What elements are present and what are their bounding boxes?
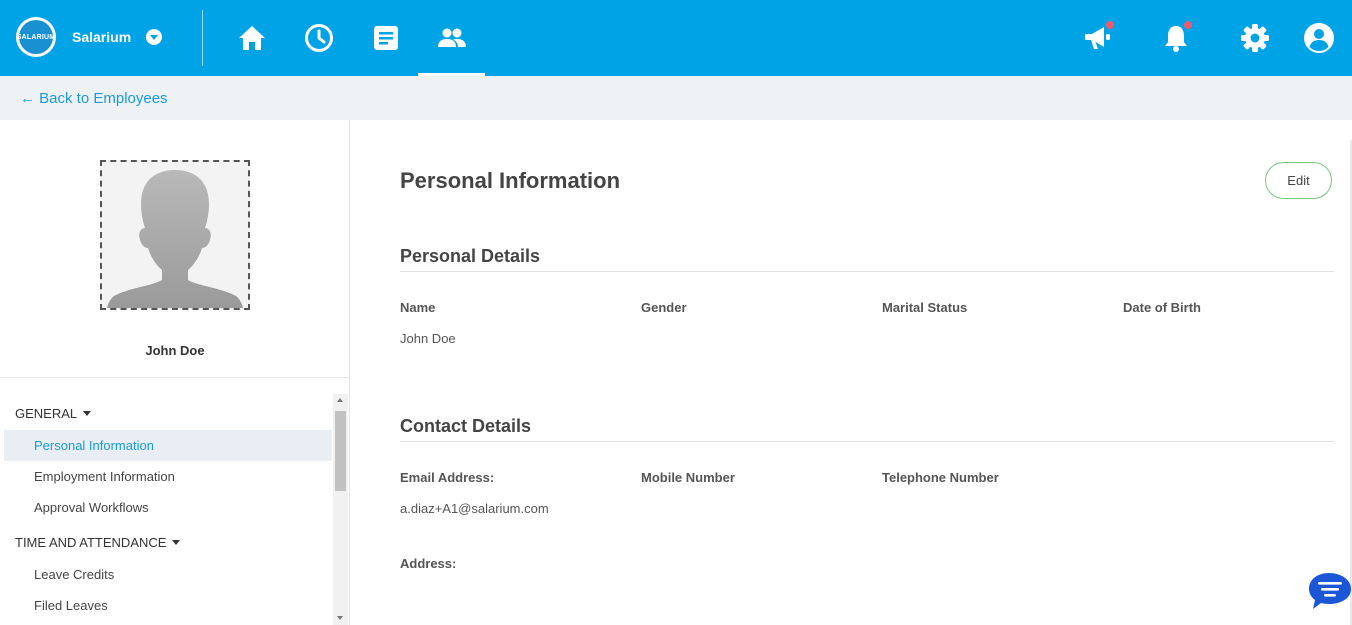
gender-label: Gender (641, 300, 687, 315)
avatar-placeholder-icon (107, 170, 243, 308)
mobile-number-label: Mobile Number (641, 470, 735, 485)
menu-group-label: GENERAL (15, 406, 78, 421)
sidebar-item-label: Leave Credits (34, 567, 115, 582)
employee-name: John Doe (145, 343, 205, 358)
sidebar-item-leave-credits[interactable]: Leave Credits (4, 559, 332, 590)
settings-button[interactable] (1237, 20, 1273, 56)
top-navigation-bar: SALARIUM Salarium (0, 0, 1352, 76)
people-icon (437, 28, 466, 47)
email-value: a.diaz+A1@salarium.com (400, 501, 549, 516)
employee-sidebar: John Doe GENERAL Personal Information Em… (0, 120, 350, 625)
scroll-up-arrow-icon[interactable] (337, 398, 343, 402)
email-label: Email Address: (400, 470, 495, 485)
notification-dot (1105, 20, 1115, 30)
nav-time[interactable] (285, 0, 352, 76)
document-icon (373, 26, 398, 50)
date-of-birth-label: Date of Birth (1123, 300, 1201, 315)
nav-documents[interactable] (352, 0, 419, 76)
contact-details-title: Contact Details (400, 416, 532, 436)
home-icon (238, 26, 265, 50)
personal-details-title: Personal Details (400, 246, 541, 266)
menu-group-general[interactable]: GENERAL (15, 406, 92, 421)
chat-icon (1309, 573, 1351, 609)
account-button[interactable] (1301, 20, 1337, 56)
nav-divider (202, 10, 203, 66)
sidebar-item-label: Employment Information (34, 469, 175, 484)
logo-text: SALARIUM (17, 20, 55, 54)
nav-home[interactable] (218, 0, 285, 76)
gear-icon (1241, 24, 1269, 52)
sidebar-menu: GENERAL Personal Information Employment … (0, 378, 334, 625)
sidebar-item-filed-leaves[interactable]: Filed Leaves (4, 590, 332, 621)
page-title: Personal Information (400, 168, 621, 193)
section-divider (400, 441, 1334, 442)
main-content: Personal Information Edit Personal Detai… (350, 120, 1352, 625)
account-icon (1304, 23, 1334, 53)
edit-button[interactable]: Edit (1265, 162, 1332, 199)
address-label: Address: (400, 556, 457, 571)
name-label: Name (400, 300, 436, 315)
menu-group-label: TIME AND ATTENDANCE (15, 535, 167, 550)
company-name: Salarium (72, 29, 132, 45)
sidebar-scrollbar[interactable] (333, 394, 348, 625)
back-bar: ← Back to Employees (0, 76, 1352, 120)
salarium-logo: SALARIUM (16, 17, 56, 57)
chat-widget-button[interactable] (1309, 572, 1352, 610)
telephone-number-label: Telephone Number (882, 470, 999, 485)
sidebar-item-label: Approval Workflows (34, 500, 149, 515)
sidebar-item-label: Filed Leaves (34, 598, 108, 613)
notifications-button[interactable] (1158, 20, 1194, 56)
scroll-down-arrow-icon[interactable] (337, 616, 343, 620)
menu-group-time-and-attendance[interactable]: TIME AND ATTENDANCE (15, 535, 181, 550)
section-divider (400, 271, 1334, 272)
back-to-employees-link[interactable]: ← Back to Employees (20, 90, 168, 107)
nav-employees[interactable] (418, 0, 485, 76)
sidebar-item-employment-information[interactable]: Employment Information (4, 461, 332, 492)
scrollbar-thumb[interactable] (335, 411, 346, 491)
chevron-down-icon[interactable] (146, 29, 163, 45)
announcements-button[interactable] (1080, 20, 1116, 56)
name-value: John Doe (400, 331, 456, 346)
sidebar-item-approval-workflows[interactable]: Approval Workflows (4, 492, 332, 523)
sidebar-item-label: Personal Information (34, 438, 154, 453)
sidebar-item-personal-information[interactable]: Personal Information (4, 430, 332, 461)
company-switcher[interactable]: SALARIUM Salarium (16, 17, 163, 57)
caret-down-icon (172, 540, 181, 545)
caret-down-icon (83, 411, 92, 416)
notification-dot (1183, 20, 1193, 30)
clock-icon (304, 24, 333, 52)
marital-status-label: Marital Status (882, 300, 968, 315)
avatar[interactable] (100, 160, 250, 310)
